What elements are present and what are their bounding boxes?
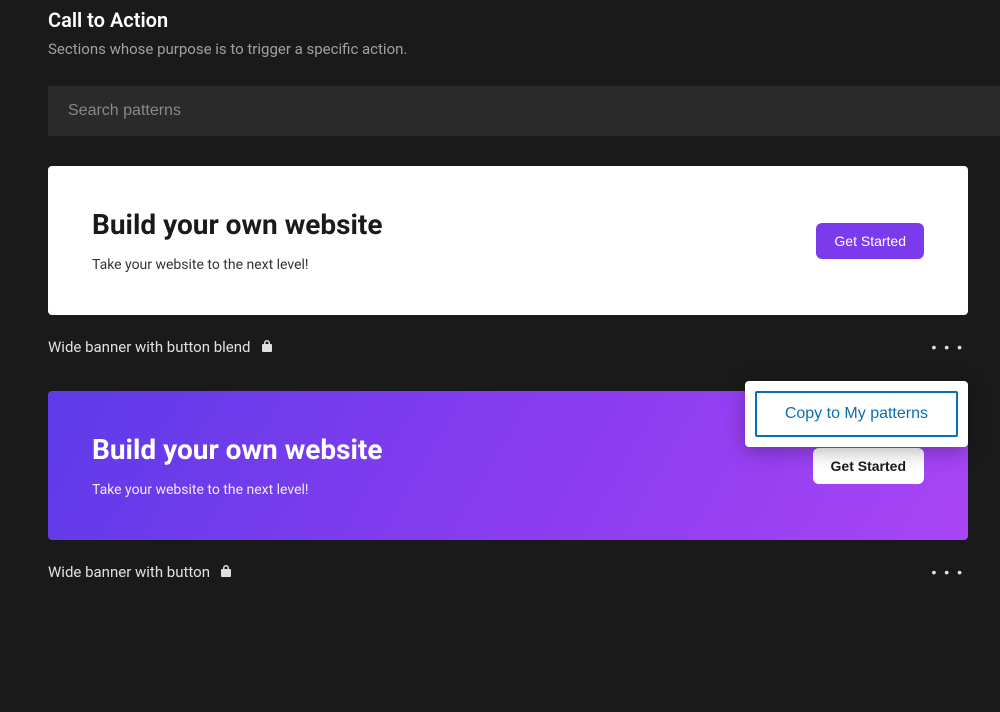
get-started-button[interactable]: Get Started bbox=[813, 448, 924, 484]
get-started-button[interactable]: Get Started bbox=[816, 223, 924, 259]
card-subtext: Take your website to the next level! bbox=[92, 257, 383, 273]
lock-icon bbox=[220, 563, 232, 582]
lock-icon bbox=[261, 338, 273, 357]
card-heading: Build your own website bbox=[92, 433, 383, 466]
copy-to-my-patterns-button[interactable]: Copy to My patterns bbox=[755, 391, 958, 437]
search-input[interactable] bbox=[48, 86, 1000, 136]
pattern-name: Wide banner with button blend bbox=[48, 338, 251, 356]
pattern-label-row: Wide banner with button • • • bbox=[48, 560, 968, 584]
more-options-button[interactable]: • • • bbox=[928, 560, 968, 584]
pattern-preview-white[interactable]: Build your own website Take your website… bbox=[48, 166, 968, 315]
pattern-label-row: Wide banner with button blend • • • bbox=[48, 335, 968, 359]
card-subtext: Take your website to the next level! bbox=[92, 482, 383, 498]
pattern-name: Wide banner with button bbox=[48, 563, 210, 581]
page-title: Call to Action bbox=[48, 8, 1000, 32]
context-menu: Copy to My patterns bbox=[745, 381, 968, 447]
card-heading: Build your own website bbox=[92, 208, 383, 241]
more-options-button[interactable]: • • • bbox=[928, 335, 968, 359]
page-subtitle: Sections whose purpose is to trigger a s… bbox=[48, 40, 1000, 58]
